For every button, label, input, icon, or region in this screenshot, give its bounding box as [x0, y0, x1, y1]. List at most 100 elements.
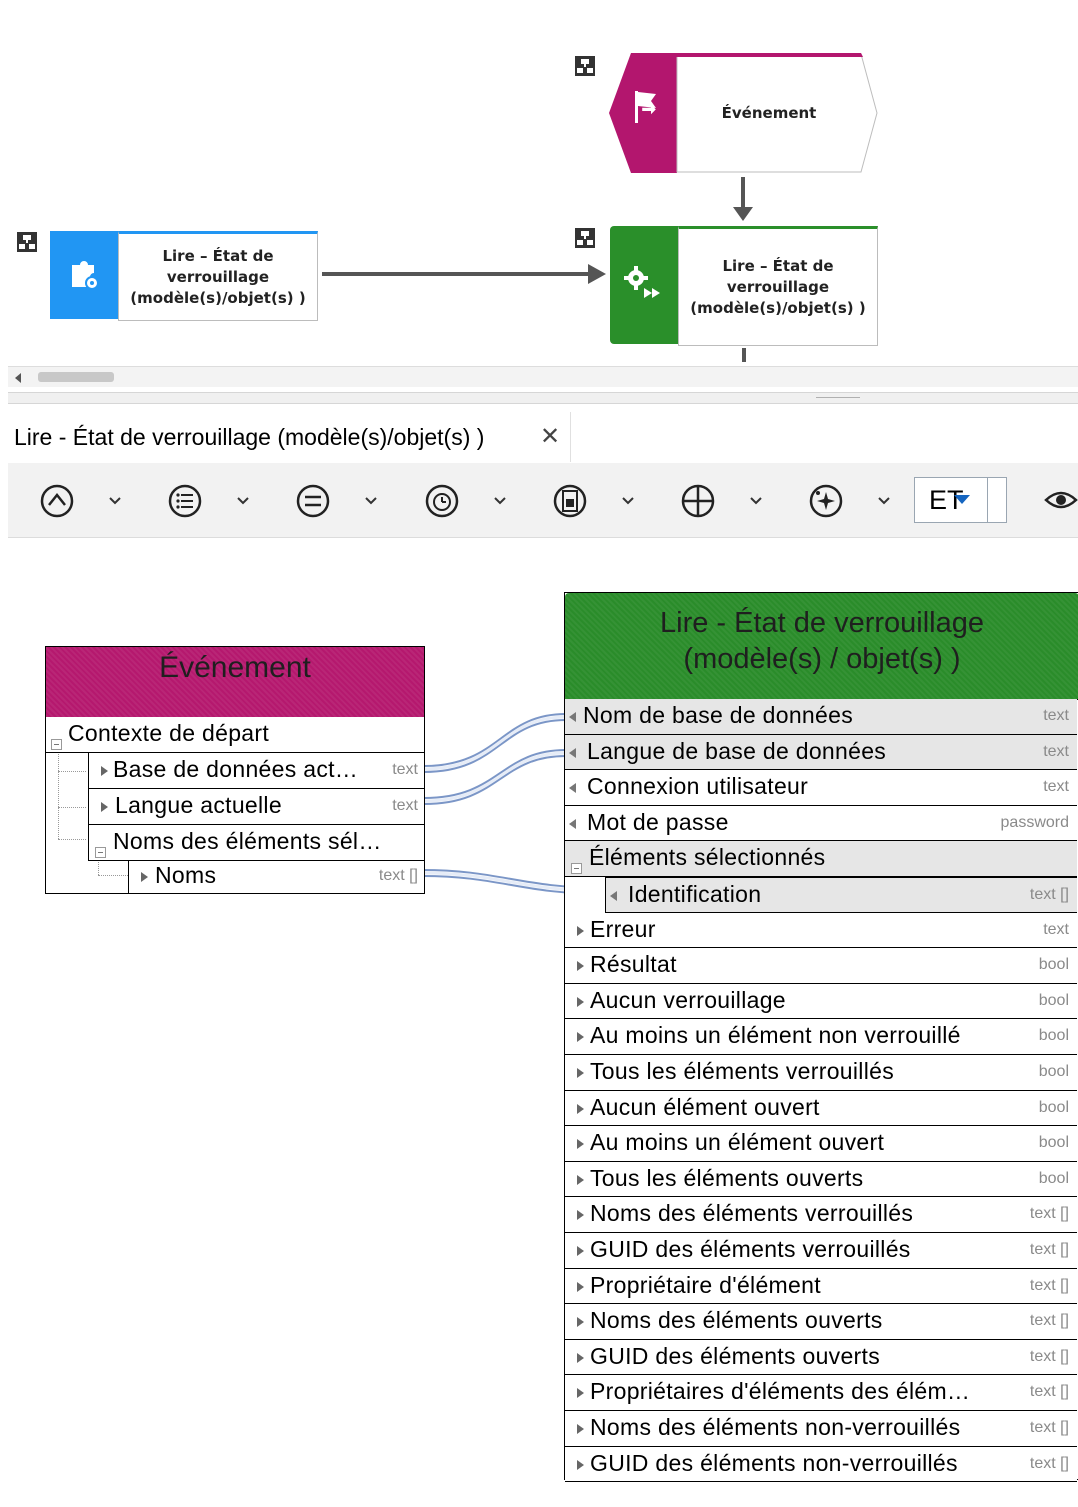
function-output-row[interactable]: GUID des éléments ouverts text [] — [565, 1339, 1077, 1376]
chevron-down-icon[interactable] — [874, 491, 894, 511]
expand-icon[interactable] — [577, 961, 584, 972]
expand-icon[interactable] — [577, 996, 584, 1007]
collapse-icon[interactable] — [571, 863, 582, 875]
equals-circle-icon[interactable] — [293, 481, 333, 521]
function-input-row[interactable]: Nom de base de données text — [565, 699, 1077, 735]
input-port-icon[interactable] — [569, 783, 576, 794]
crosshair-circle-icon[interactable] — [678, 481, 718, 521]
operator-dropdown-button[interactable] — [954, 478, 1007, 522]
expand-icon[interactable] — [101, 802, 108, 812]
function-output-row[interactable]: Tous les éléments ouverts bool — [565, 1161, 1077, 1198]
expand-icon[interactable] — [577, 1139, 584, 1150]
sparkle-circle-icon[interactable] — [806, 481, 846, 521]
chevron-down-icon[interactable] — [105, 491, 125, 511]
function-input-row[interactable]: Connexion utilisateur text — [565, 770, 1077, 806]
collapse-icon[interactable] — [95, 847, 106, 858]
hierarchy-icon[interactable] — [17, 232, 37, 252]
function-output-row[interactable]: Résultat bool — [565, 948, 1077, 984]
function-output-row[interactable]: Erreur text — [565, 912, 1077, 949]
event-panel-header: Événement — [46, 647, 424, 718]
function-output-row[interactable]: GUID des éléments non-verrouillés text [] — [565, 1446, 1077, 1483]
event-node[interactable]: Événement — [609, 53, 879, 173]
expand-icon[interactable] — [577, 1174, 584, 1185]
function-input-row[interactable]: Éléments sélectionnés — [565, 841, 1077, 877]
input-port-icon[interactable] — [569, 818, 576, 829]
function-panel-title-line2: (modèle(s) / objet(s) ) — [683, 643, 961, 675]
chevron-down-icon[interactable] — [361, 491, 381, 511]
expand-icon[interactable] — [577, 1246, 584, 1256]
horizontal-scrollbar[interactable] — [8, 366, 1078, 387]
function-input-row[interactable]: Identification text [] — [605, 877, 1077, 913]
expand-icon[interactable] — [577, 1281, 584, 1292]
expand-icon[interactable] — [577, 925, 584, 936]
event-row-type: text — [392, 761, 418, 778]
chevron-down-icon[interactable] — [746, 491, 766, 511]
function-node-right-bar — [610, 226, 678, 344]
expand-icon[interactable] — [577, 1210, 584, 1221]
function-output-type: bool — [1038, 1063, 1069, 1080]
expand-icon[interactable] — [101, 766, 108, 776]
timer-circle-icon[interactable] — [422, 481, 462, 521]
chevron-down-icon[interactable] — [233, 491, 253, 511]
function-input-label: Éléments sélectionnés — [589, 844, 826, 871]
expand-icon[interactable] — [577, 1068, 584, 1078]
function-node-right[interactable]: Lire – État de verrouillage (modèle(s)/o… — [610, 226, 878, 346]
splitter-grip[interactable] — [816, 397, 860, 398]
function-output-row[interactable]: Noms des éléments non-verrouillés text [] — [565, 1411, 1077, 1447]
function-output-row[interactable]: Propriétaire d'élément text [] — [565, 1268, 1077, 1305]
function-node-left[interactable]: Lire – État de verrouillage (modèle(s)/o… — [50, 231, 318, 321]
function-output-row[interactable]: Tous les éléments verrouillés bool — [565, 1055, 1077, 1091]
input-port-icon[interactable] — [569, 712, 576, 722]
function-input-row[interactable]: Mot de passe password — [565, 805, 1077, 842]
up-circle-icon[interactable] — [37, 481, 77, 521]
expand-icon[interactable] — [141, 872, 148, 882]
hierarchy-icon[interactable] — [575, 228, 595, 248]
mapping-editor-tab[interactable]: Lire - État de verrouillage (modèle(s)/o… — [8, 412, 571, 462]
function-input-label: Mot de passe — [587, 808, 729, 835]
expand-icon[interactable] — [577, 1388, 584, 1399]
collapse-icon[interactable] — [51, 739, 62, 750]
scrollbar-thumb[interactable] — [38, 372, 114, 382]
function-output-label: Au moins un élément non verrouillé — [590, 1022, 961, 1049]
input-port-icon[interactable] — [610, 891, 617, 901]
chevron-down-icon[interactable] — [490, 491, 510, 511]
expand-icon[interactable] — [577, 1424, 584, 1434]
scroll-left-arrow-icon[interactable] — [15, 373, 21, 383]
close-icon[interactable]: ✕ — [540, 422, 560, 450]
function-output-label: Propriétaire d'élément — [590, 1271, 821, 1298]
expand-icon[interactable] — [577, 1459, 584, 1470]
function-input-row[interactable]: Langue de base de données text — [565, 734, 1077, 771]
expand-icon[interactable] — [577, 1352, 584, 1363]
function-output-row[interactable]: Au moins un élément ouvert bool — [565, 1126, 1077, 1162]
function-panel[interactable]: Lire - État de verrouillage (modèle(s) /… — [564, 592, 1078, 1483]
event-row-selected-element-names[interactable]: Noms des éléments sél… — [88, 825, 424, 861]
tree-guide-line — [58, 743, 59, 839]
function-output-row[interactable]: Au moins un élément non verrouillé bool — [565, 1019, 1077, 1055]
event-row-current-language[interactable]: Langue actuelle text — [88, 789, 424, 825]
event-panel-title: Événement — [159, 651, 311, 684]
event-panel[interactable]: Événement Contexte de départ Base de don… — [45, 646, 425, 894]
function-output-row[interactable]: Aucun verrouillage bool — [565, 983, 1077, 1020]
process-diagram-canvas[interactable]: Événement Lire – État de verrouillage (m… — [0, 0, 1078, 392]
function-input-type: text — [1043, 707, 1069, 724]
expand-icon[interactable] — [577, 1317, 584, 1328]
function-output-row[interactable]: Noms des éléments verrouillés text [] — [565, 1197, 1077, 1233]
event-row-names[interactable]: Noms text [] — [128, 861, 424, 893]
operator-select[interactable]: ET — [914, 477, 1007, 523]
list-circle-icon[interactable] — [165, 481, 205, 521]
input-port-icon[interactable] — [569, 747, 576, 758]
chevron-down-icon[interactable] — [618, 491, 638, 511]
triangle-down-icon — [954, 495, 970, 504]
expand-icon[interactable] — [577, 1103, 584, 1114]
function-output-row[interactable]: Noms des éléments ouverts text [] — [565, 1304, 1077, 1340]
function-output-row[interactable]: Aucun élément ouvert bool — [565, 1090, 1077, 1127]
hierarchy-icon[interactable] — [575, 56, 595, 76]
document-circle-icon[interactable] — [550, 481, 590, 521]
function-output-row[interactable]: GUID des éléments verrouillés text [] — [565, 1233, 1077, 1269]
expand-icon[interactable] — [577, 1032, 584, 1043]
pane-splitter[interactable] — [8, 392, 1078, 404]
event-row-current-database[interactable]: Base de données act… text — [88, 753, 424, 789]
event-row-start-context[interactable]: Contexte de départ — [46, 717, 424, 753]
eye-icon[interactable] — [1044, 487, 1078, 513]
function-output-row[interactable]: Propriétaires d'éléments des élém… text [… — [565, 1375, 1077, 1411]
